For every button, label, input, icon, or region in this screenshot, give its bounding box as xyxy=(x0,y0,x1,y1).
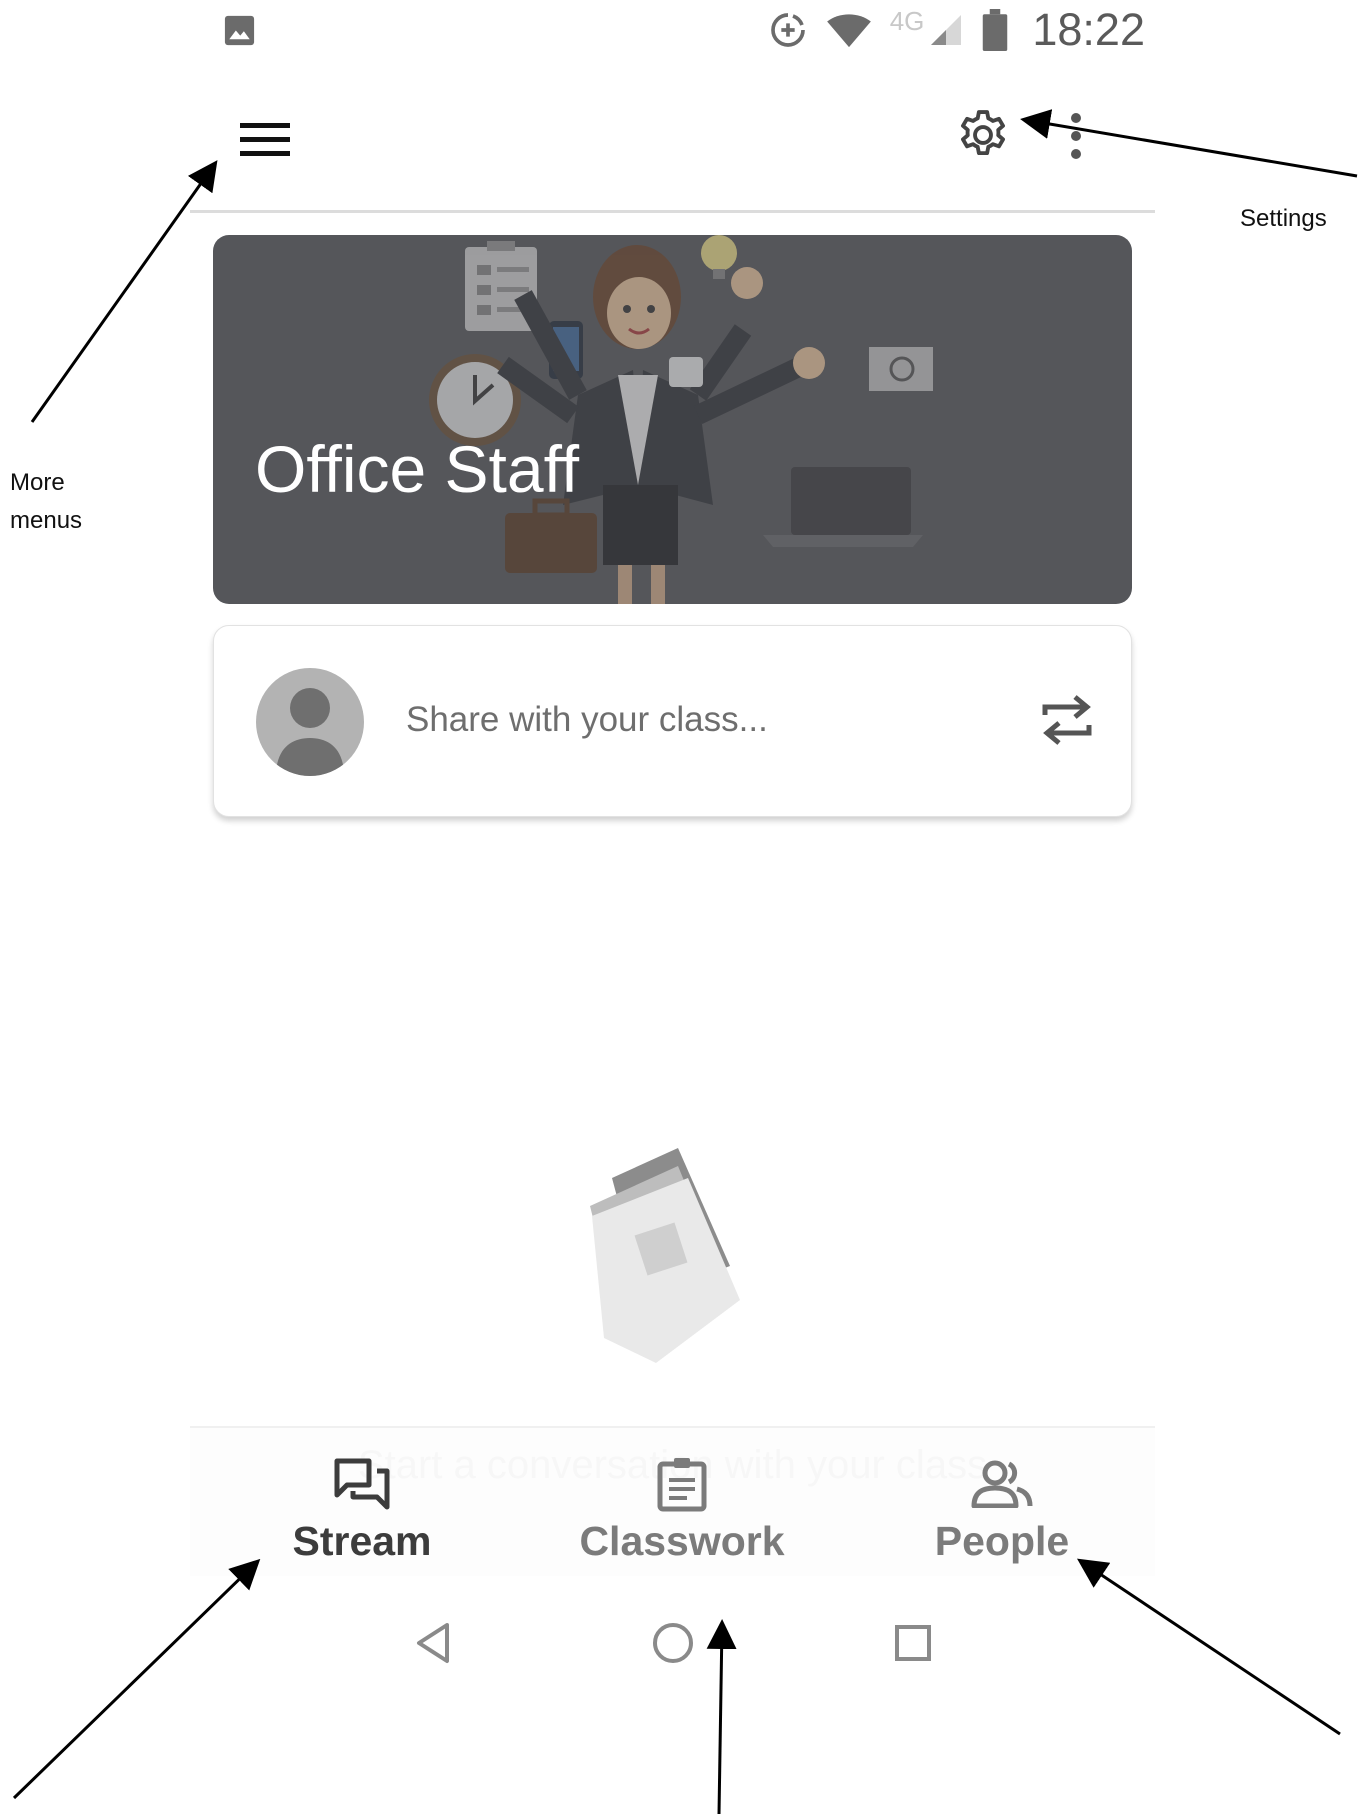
annotation-more-menus-line1: More xyxy=(10,469,65,496)
avatar xyxy=(256,668,364,776)
bottom-navigation: Stream Classwork People xyxy=(190,1426,1155,1576)
repost-button[interactable] xyxy=(1034,689,1100,755)
arrow-more-menus xyxy=(30,160,218,423)
status-time: 18:22 xyxy=(1032,4,1145,55)
app-bar xyxy=(190,72,1155,213)
person-icon xyxy=(256,688,364,776)
gallery-icon xyxy=(222,13,257,48)
more-options-button[interactable] xyxy=(1056,108,1096,168)
more-vert-icon xyxy=(1069,112,1083,165)
data-saver-icon xyxy=(768,10,808,50)
tab-people-label: People xyxy=(934,1518,1070,1564)
assignment-icon xyxy=(650,1454,714,1514)
system-back-button[interactable] xyxy=(398,1610,468,1680)
annotation-more-menus-line2: menus xyxy=(10,507,83,534)
network-type-label: 4G xyxy=(889,5,925,36)
tab-stream-label: Stream xyxy=(292,1518,432,1564)
empty-stream-illustration xyxy=(590,1148,740,1363)
tab-stream[interactable]: Stream xyxy=(252,1454,472,1574)
system-recents-button[interactable] xyxy=(878,1610,948,1680)
battery-icon xyxy=(982,9,1008,51)
tab-classwork[interactable]: Classwork xyxy=(572,1454,792,1574)
arrow-stream xyxy=(12,1558,261,1800)
system-navigation xyxy=(190,1610,1155,1680)
wifi-icon xyxy=(826,11,872,49)
class-name: Office Staff xyxy=(255,432,580,506)
share-with-class-box[interactable]: Share with your class... xyxy=(213,625,1132,817)
forum-icon xyxy=(330,1454,394,1514)
gear-icon xyxy=(954,106,1012,169)
signal-icon xyxy=(928,12,964,48)
back-icon xyxy=(413,1621,453,1670)
tab-classwork-label: Classwork xyxy=(579,1518,785,1564)
status-bar: 4G 18:22 xyxy=(190,0,1155,60)
tab-people[interactable]: People xyxy=(892,1454,1112,1574)
office-worker-illustration xyxy=(429,235,933,604)
repost-icon xyxy=(1041,691,1093,754)
share-input-placeholder[interactable]: Share with your class... xyxy=(406,700,768,740)
annotation-settings: Settings xyxy=(1240,205,1327,232)
hamburger-menu-icon xyxy=(240,121,290,164)
hamburger-menu-button[interactable] xyxy=(235,112,295,172)
recents-icon xyxy=(893,1623,933,1668)
people-icon xyxy=(970,1454,1034,1514)
annotation-more-menus: More menus xyxy=(10,464,130,540)
class-banner[interactable]: Office Staff xyxy=(213,235,1132,604)
settings-button[interactable] xyxy=(948,102,1018,172)
home-icon xyxy=(651,1621,695,1670)
system-home-button[interactable] xyxy=(638,1610,708,1680)
